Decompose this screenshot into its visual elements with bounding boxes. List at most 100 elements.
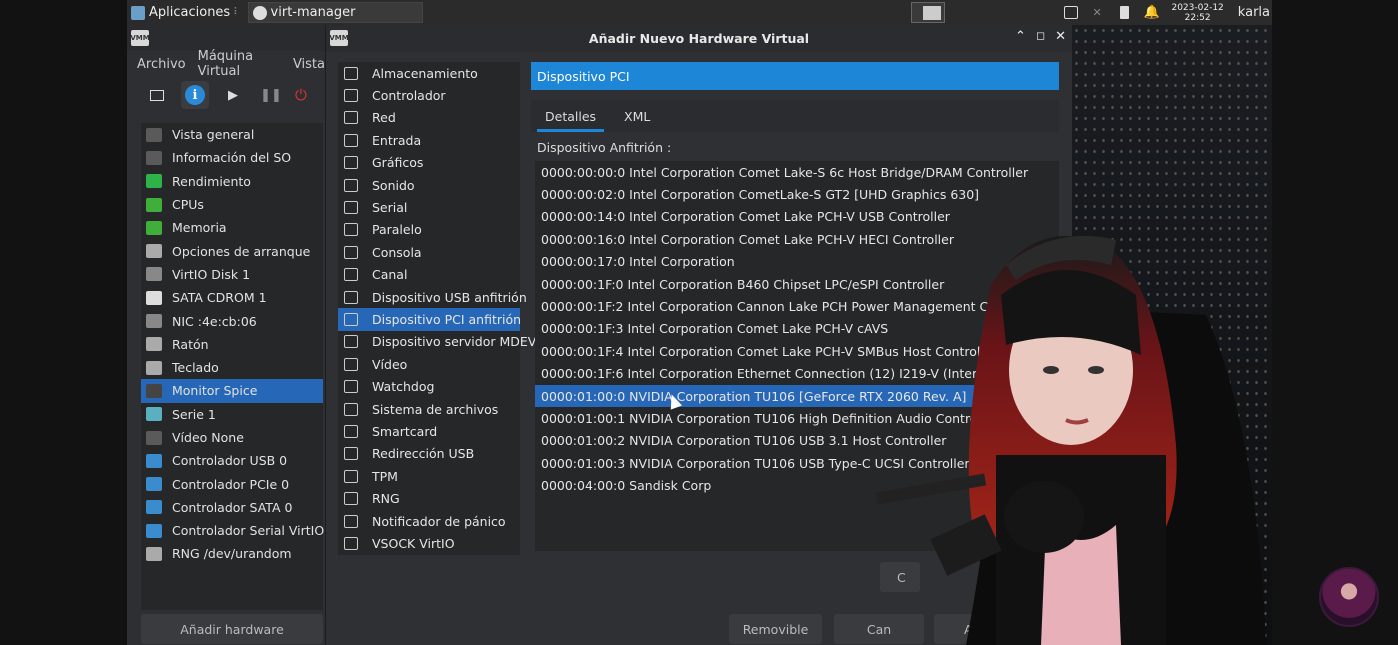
hardware-item-controlador-serial-virtio-0[interactable]: Controlador Serial VirtIO 0 (141, 519, 336, 542)
category-video[interactable]: Vídeo (338, 353, 520, 375)
folder-icon (344, 402, 358, 416)
hardware-item-monitor-spice[interactable]: Monitor Spice (141, 379, 323, 403)
category-sistema-de-archivos[interactable]: Sistema de archivos (338, 398, 520, 420)
category-consola[interactable]: Consola (338, 241, 520, 263)
vm-window-header: VMM (127, 25, 325, 51)
category-smartcard[interactable]: Smartcard (338, 420, 520, 442)
category-controlador[interactable]: Controlador (338, 84, 520, 106)
minimize-icon[interactable]: ⌃ (1015, 29, 1026, 44)
category-dispositivo-servidor-mdev[interactable]: Dispositivo servidor MDEV (338, 331, 536, 353)
category-label: VSOCK VirtIO (372, 535, 455, 551)
mouse-icon (344, 133, 358, 147)
category-almacenamiento[interactable]: Almacenamiento (338, 62, 520, 84)
shutdown-button[interactable]: ⏻ (295, 81, 311, 109)
vm-menubar: Archivo Máquina Virtual Vista (127, 49, 325, 79)
hardware-item-rendimiento[interactable]: Rendimiento (141, 170, 323, 193)
display-icon[interactable] (1064, 6, 1079, 19)
details-view-button[interactable]: i (181, 81, 209, 109)
tab-xml[interactable]: XML (610, 100, 664, 132)
applications-label: Aplicaciones (149, 5, 231, 20)
category-notificador-de-panico[interactable]: Notificador de pánico (338, 510, 520, 532)
hardware-item-raton[interactable]: Ratón (141, 333, 323, 356)
hardware-item-controlador-sata-0[interactable]: Controlador SATA 0 (141, 496, 323, 519)
hardware-item-memoria[interactable]: Memoria (141, 216, 323, 239)
notification-bell-icon[interactable]: 🔔 (1143, 6, 1159, 19)
mouse-icon (146, 337, 162, 352)
hardware-item-nic-4e-cb-06[interactable]: NIC :4e:cb:06 (141, 309, 323, 332)
hardware-item-informacion-del-so[interactable]: Información del SO (141, 146, 323, 169)
hardware-item-video-none[interactable]: Vídeo None (141, 426, 323, 449)
hardware-item-rng-dev-urandom[interactable]: RNG /dev/urandom (141, 542, 323, 565)
monitor-icon (150, 89, 164, 101)
category-label: Redirección USB (372, 446, 475, 462)
pause-icon: ❚❚ (260, 87, 282, 103)
close-icon[interactable]: ✕ (1055, 29, 1066, 44)
workspace-switcher[interactable] (911, 2, 945, 23)
monitor-icon (344, 156, 358, 170)
monitor-icon (146, 127, 162, 142)
category-paralelo[interactable]: Paralelo (338, 219, 520, 241)
virt-manager-logo: VMM (130, 30, 150, 46)
hardware-item-sata-cdrom-1[interactable]: SATA CDROM 1 (141, 286, 323, 309)
category-serial[interactable]: Serial (338, 196, 520, 218)
pci-device-row[interactable]: 0000:00:02:0 Intel Corporation CometLake… (535, 183, 1059, 205)
category-tpm[interactable]: TPM (338, 465, 520, 487)
remove-button[interactable]: Removible (729, 614, 822, 644)
maximize-icon[interactable]: ◻ (1036, 29, 1045, 44)
category-entrada[interactable]: Entrada (338, 129, 520, 151)
performance-icon (146, 174, 162, 189)
pci-device-row[interactable]: 0000:00:00:0 Intel Corporation Comet Lak… (535, 161, 1059, 183)
hardware-item-controlador-pcie-0[interactable]: Controlador PCIe 0 (141, 472, 323, 495)
console-view-button[interactable] (143, 81, 171, 109)
add-hardware-button[interactable]: Añadir hardware (141, 614, 323, 644)
hardware-item-opciones-de-arranque[interactable]: Opciones de arranque (141, 239, 323, 262)
virt-manager-icon (252, 5, 267, 20)
category-red[interactable]: Red (338, 107, 520, 129)
category-label: Serial (372, 200, 408, 216)
category-canal[interactable]: Canal (338, 264, 520, 286)
category-vsock-virtio[interactable]: VSOCK VirtIO (338, 532, 520, 554)
run-button[interactable]: ▶ (219, 81, 247, 109)
hardware-item-vista-general[interactable]: Vista general (141, 123, 323, 146)
category-watchdog[interactable]: Watchdog (338, 375, 520, 397)
category-label: Entrada (372, 132, 422, 148)
category-label: Controlador (372, 88, 446, 104)
os-info-icon (146, 150, 162, 165)
hardware-item-label: Rendimiento (172, 173, 251, 189)
hardware-item-label: Opciones de arranque (172, 243, 311, 259)
hardware-item-label: Controlador Serial VirtIO 0 (172, 523, 337, 539)
menu-archivo[interactable]: Archivo (137, 57, 186, 72)
pause-button[interactable]: ❚❚ (257, 81, 285, 109)
sound-icon (344, 178, 358, 192)
hardware-item-teclado[interactable]: Teclado (141, 356, 323, 379)
applications-menu[interactable]: Aplicaciones ⠇ (127, 0, 245, 25)
hardware-item-virtio-disk-1[interactable]: VirtIO Disk 1 (141, 263, 323, 286)
category-dispositivo-usb-anfitrion[interactable]: Dispositivo USB anfitrión (338, 286, 527, 308)
category-graficos[interactable]: Gráficos (338, 152, 520, 174)
volume-muted-icon[interactable]: ✕ (1092, 6, 1106, 19)
host-device-label: Dispositivo Anfitrión : (537, 140, 672, 155)
category-rng[interactable]: RNG (338, 487, 520, 509)
hardware-item-label: Vídeo None (172, 430, 244, 445)
hardware-item-cpus[interactable]: CPUs (141, 193, 323, 216)
tab-detalles[interactable]: Detalles (531, 100, 610, 132)
menu-vista[interactable]: Vista (293, 57, 325, 72)
category-redireccion-usb[interactable]: Redirección USB (338, 443, 520, 465)
memory-icon (146, 220, 162, 235)
gear-icon (344, 492, 358, 506)
clipboard-icon[interactable] (1120, 6, 1130, 19)
hardware-item-serie-1[interactable]: Serie 1 (141, 403, 323, 426)
category-sonido[interactable]: Sonido (338, 174, 520, 196)
user-name[interactable]: karla (1238, 5, 1270, 20)
pci-icon (344, 312, 358, 326)
streamer-webcam-image (876, 235, 1266, 645)
category-dispositivo-pci-anfitrion[interactable]: Dispositivo PCI anfitrión (338, 308, 521, 331)
channel-icon (344, 268, 358, 282)
hardware-item-label: Teclado (172, 360, 219, 376)
hardware-item-controlador-usb-0[interactable]: Controlador USB 0 (141, 449, 323, 472)
hardware-item-label: RNG /dev/urandom (172, 546, 292, 562)
taskbar-window-virt-manager[interactable]: virt-manager (247, 2, 423, 23)
tpm-icon (344, 469, 358, 483)
menu-maquina-virtual[interactable]: Máquina Virtual (198, 49, 281, 79)
clock[interactable]: 2023-02-12 22:52 (1171, 3, 1223, 23)
